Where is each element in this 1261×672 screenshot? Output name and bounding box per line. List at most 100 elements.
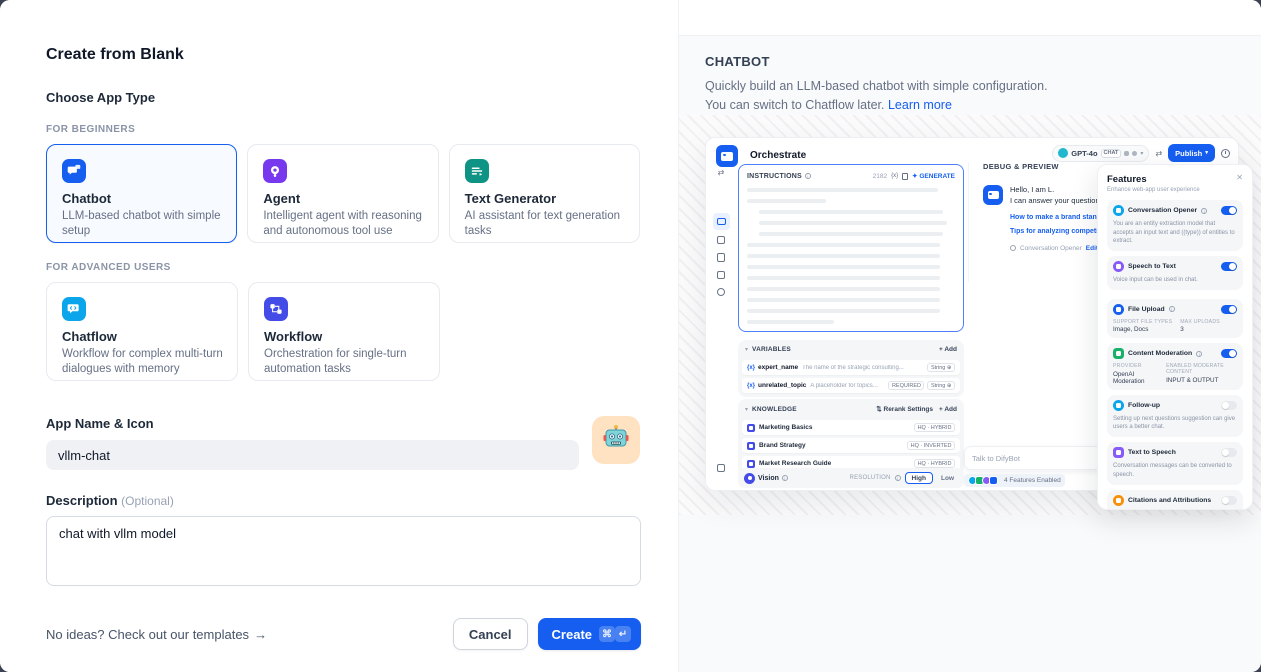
rerank-settings-button[interactable]: ⇅ Rerank Settings [876, 405, 933, 413]
cancel-button[interactable]: Cancel [453, 618, 528, 650]
spec-key: PROVIDER [1113, 363, 1158, 369]
feature-item-conversation-opener: Conversation OpeneriYou are an entity ex… [1107, 200, 1243, 251]
info-icon: i [805, 173, 811, 179]
note-icon[interactable] [717, 271, 725, 279]
variable-description: A placeholder for topics... [810, 383, 885, 389]
chevron-down-icon: ▾ [1140, 150, 1143, 157]
info-icon: i [782, 475, 788, 481]
app-type-description: Workflow for complex multi-turn dialogue… [62, 347, 223, 377]
feature-name: Speech to Text [1128, 263, 1176, 270]
variable-badge: String ⊕ [927, 363, 955, 372]
document-icon[interactable] [717, 253, 725, 262]
feature-toggle[interactable] [1221, 305, 1237, 314]
app-type-card-chatbot[interactable]: ChatbotLLM-based chatbot with simple set… [46, 144, 237, 243]
knowledge-row[interactable]: Brand StrategyHQ · INVERTED [742, 438, 960, 453]
info-icon: i [895, 475, 901, 481]
app-type-name: Agent [263, 191, 423, 206]
app-type-card-text-generator[interactable]: Text GeneratorAI assistant for text gene… [449, 144, 640, 243]
spec-key: ENABLED MODERATE CONTENT [1166, 363, 1237, 375]
knowledge-doc-icon [747, 460, 755, 468]
robot-emoji-icon [601, 423, 631, 458]
choose-app-type-label: Choose App Type [46, 90, 640, 105]
app-type-description: Intelligent agent with reasoning and aut… [263, 209, 423, 239]
instructions-placeholder-text [747, 188, 955, 324]
variable-x-icon: {x} [747, 383, 755, 389]
feature-description: Setting up next questions suggestion can… [1113, 415, 1237, 432]
app-name-row: App Name & Icon [46, 416, 640, 470]
publish-button[interactable]: Publish▾ [1168, 144, 1215, 162]
tune-icon[interactable]: ⇄ [1155, 149, 1162, 158]
feature-item-text-to-speech: Text to SpeechConversation messages can … [1107, 442, 1243, 484]
app-type-group-label: FOR BEGINNERS [46, 124, 640, 135]
knowledge-badge: HQ · HYBRID [914, 423, 955, 432]
app-type-name: Workflow [264, 329, 425, 344]
close-icon[interactable]: ✕ [1236, 174, 1243, 182]
spec-value: Image, Docs [1113, 326, 1172, 333]
workflow-icon [264, 297, 288, 321]
feature-icon [1113, 205, 1124, 216]
app-type-name: Chatflow [62, 329, 223, 344]
generate-button[interactable]: ✦ GENERATE [912, 172, 955, 180]
feature-spec: MAX UPLOADS3 [1180, 319, 1220, 334]
create-button[interactable]: Create ⌘ ↵ [538, 618, 641, 650]
templates-link[interactable]: No ideas? Check out our templates → [46, 627, 267, 642]
feature-name: Content Moderation [1128, 350, 1192, 357]
feature-icon [1113, 400, 1124, 411]
page-title: Create from Blank [46, 46, 640, 64]
feature-spec: PROVIDER OpenAI Moderation [1113, 363, 1158, 385]
collapse-icon[interactable] [717, 464, 725, 472]
feature-name: Conversation Opener [1128, 207, 1197, 214]
preview-pane: CHATBOT Quickly build an LLM-based chatb… [679, 0, 1261, 672]
feature-item-speech-to-text: Speech to Text Voice input can be used in… [1107, 256, 1243, 290]
feature-description: Voice input can be used in chat. [1113, 276, 1237, 285]
variable-name: unrelated_topic [758, 382, 806, 389]
knowledge-row[interactable]: Marketing BasicsHQ · HYBRID [742, 420, 960, 435]
preview-top-bar [679, 0, 1261, 36]
variable-row[interactable]: {x}unrelated_topic A placeholder for topi… [742, 378, 960, 393]
app-type-sections: FOR BEGINNERS ChatbotLLM-based chatbot wi… [46, 124, 640, 381]
spec-value: INPUT & OUTPUT [1166, 377, 1237, 384]
resolution-low-button[interactable]: Low [937, 473, 958, 483]
image-icon[interactable] [717, 236, 725, 244]
feature-toggle[interactable] [1221, 496, 1237, 505]
model-param-icon [1124, 151, 1129, 156]
variable-badge: String ⊕ [927, 381, 955, 390]
features-enabled-bar[interactable]: 4 Features Enabled [964, 474, 1065, 487]
feature-toggle[interactable] [1221, 349, 1237, 358]
variable-row[interactable]: {x}expert_nameThe name of the strategic … [742, 360, 960, 375]
knowledge-name: Brand Strategy [759, 442, 904, 449]
add-variable-button[interactable]: + Add [939, 346, 957, 353]
feature-toggle[interactable] [1221, 448, 1237, 457]
variable-icon[interactable]: {x} [891, 173, 898, 179]
variable-description: The name of the strategic consulting... [802, 365, 924, 371]
app-type-card-agent[interactable]: Agent Intelligent agent with reasoning an… [247, 144, 438, 243]
resolution-high-button[interactable]: High [905, 472, 933, 484]
history-icon[interactable] [1221, 149, 1230, 158]
knowledge-name: Marketing Basics [759, 424, 911, 431]
shuffle-icon[interactable]: ⇄ [718, 168, 725, 177]
instructions-panel[interactable]: INSTRUCTIONS i 2182 {x} ✦ GENERATE [738, 164, 964, 332]
spec-value: OpenAI Moderation [1113, 371, 1158, 385]
agent-icon [263, 159, 287, 183]
sidebar-item-selected[interactable] [713, 213, 730, 230]
add-knowledge-button[interactable]: + Add [939, 406, 957, 413]
learn-more-link[interactable]: Learn more [888, 98, 952, 112]
copy-icon[interactable] [902, 173, 908, 180]
create-form-pane: Create from Blank Choose App Type FOR BE… [0, 0, 679, 672]
feature-name: Text to Speech [1128, 449, 1176, 456]
app-icon-button[interactable] [592, 416, 640, 464]
app-name-input[interactable] [46, 440, 579, 470]
knowledge-doc-icon [747, 442, 755, 450]
app-type-card-workflow[interactable]: WorkflowOrchestration for single-turn au… [248, 282, 440, 381]
feature-toggle[interactable] [1221, 262, 1237, 271]
description-textarea[interactable] [46, 516, 641, 586]
model-selector[interactable]: GPT-4o CHAT ▾ [1052, 145, 1149, 162]
knowledge-badge: HQ · INVERTED [907, 441, 955, 450]
info-icon: i [1201, 208, 1207, 214]
feature-toggle[interactable] [1221, 401, 1237, 410]
app-type-card-chatflow[interactable]: Chatflow Workflow for complex multi-turn … [46, 282, 238, 381]
preview-sidebar: ⇄ [706, 168, 736, 490]
app-type-description: LLM-based chatbot with simple setup [62, 209, 222, 239]
globe-icon[interactable] [717, 288, 725, 296]
feature-toggle[interactable] [1221, 206, 1237, 215]
